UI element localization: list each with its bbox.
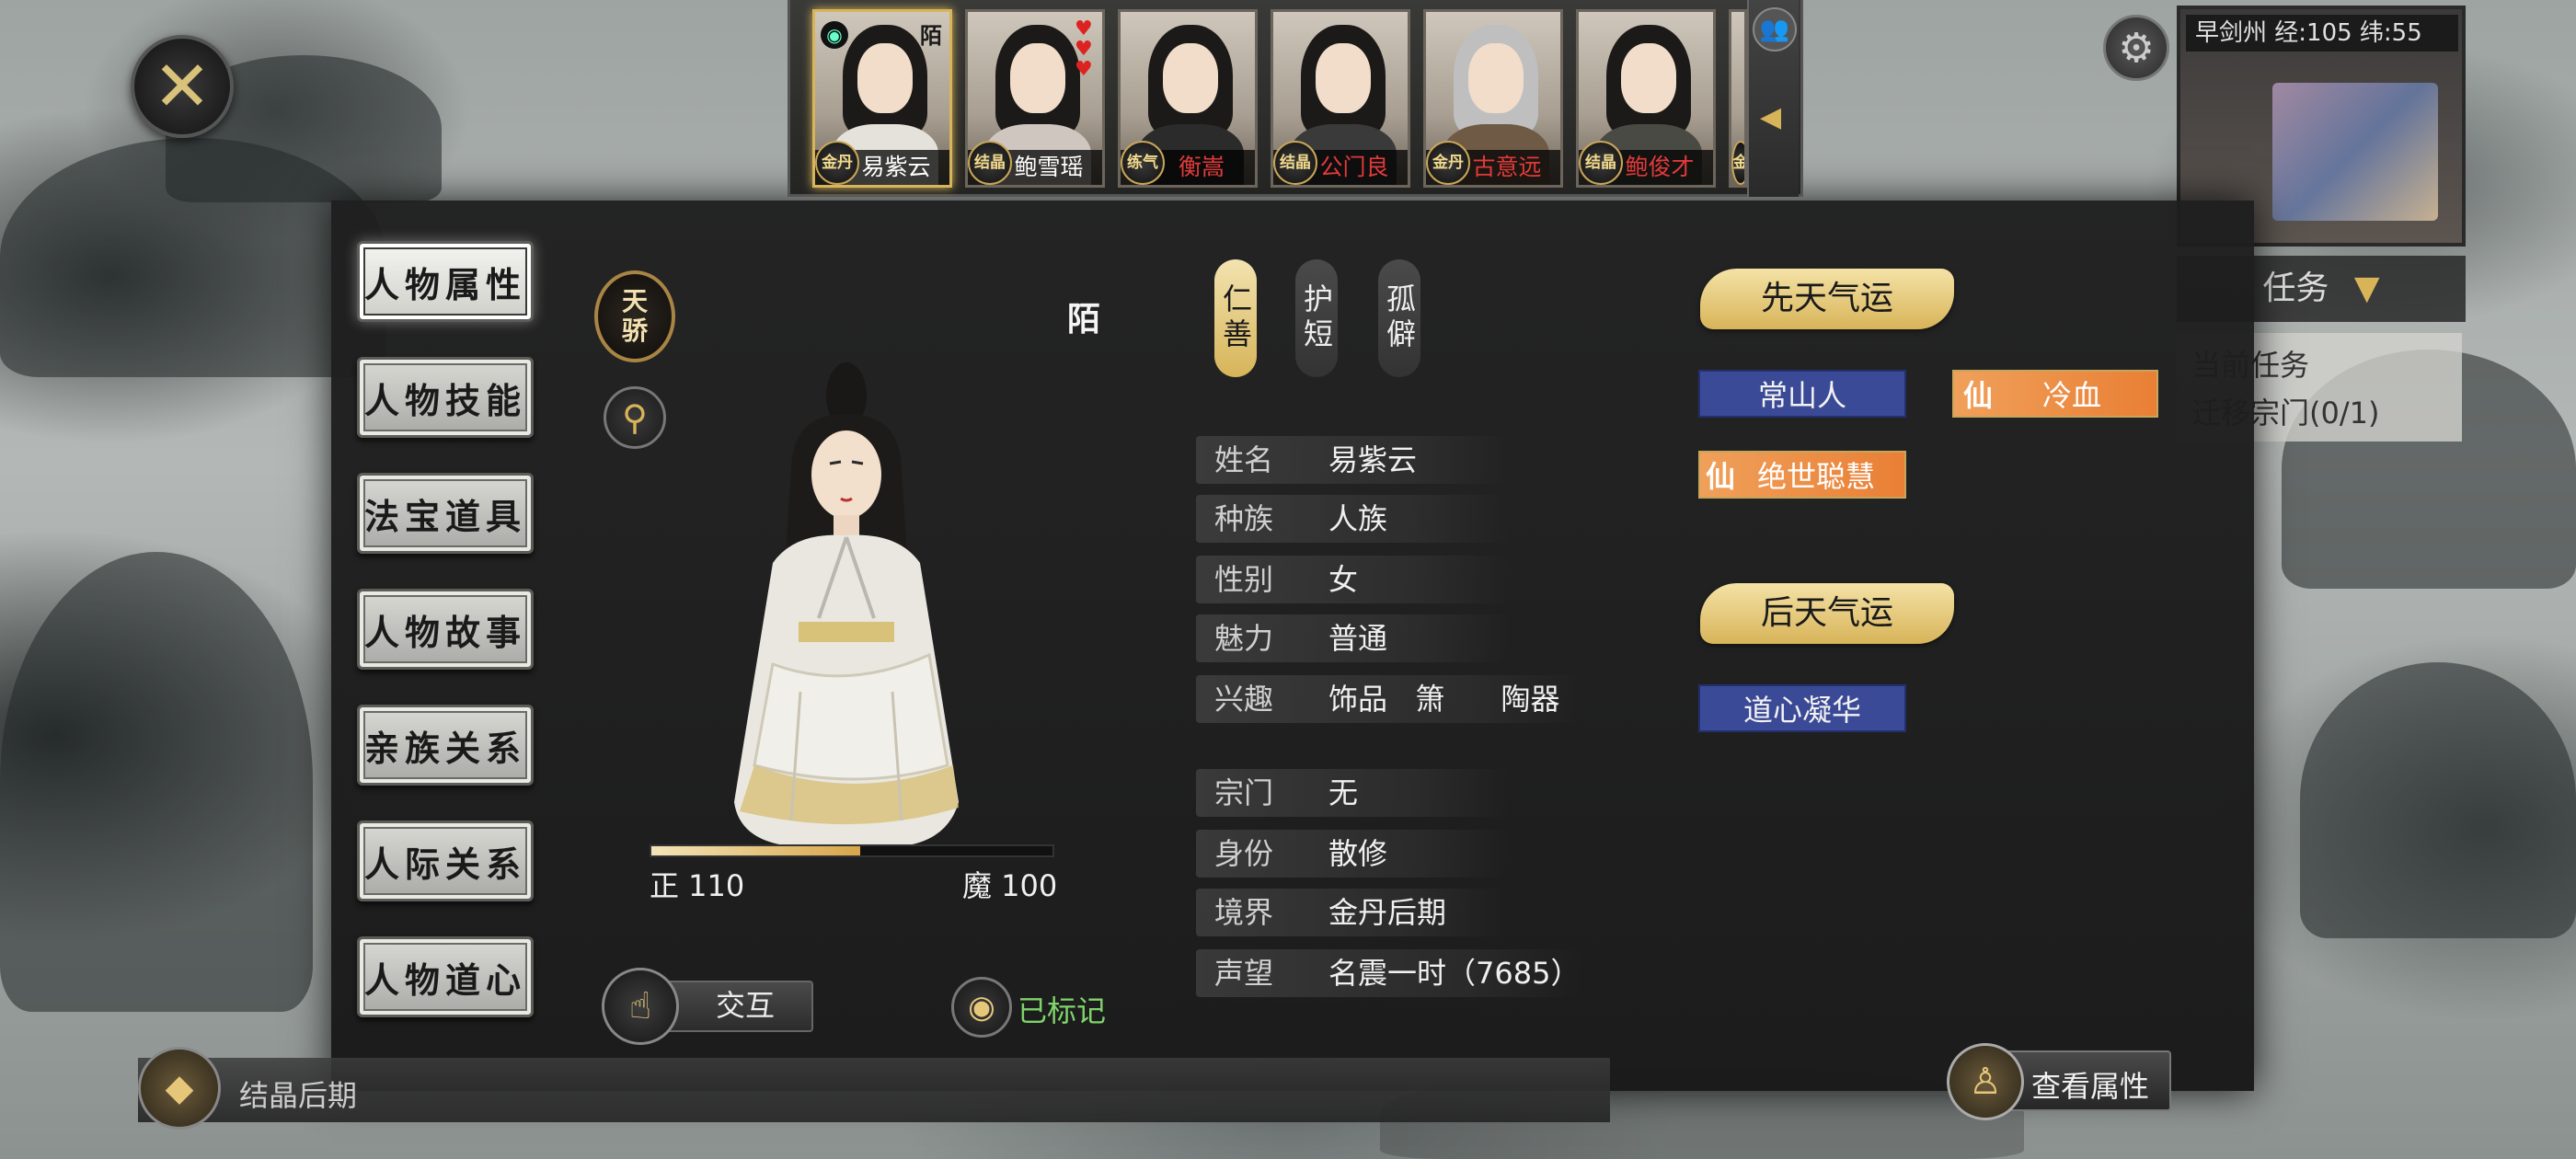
- rank-badge: 金丹: [1426, 141, 1470, 185]
- roster-portrait[interactable]: 公门良 结晶: [1271, 9, 1410, 188]
- search-button[interactable]: ⚲: [604, 386, 666, 449]
- close-icon: ✕: [153, 45, 212, 127]
- relation-mark: 陌: [920, 23, 942, 49]
- fortune-tag[interactable]: 仙 冷血: [1952, 370, 2158, 418]
- crystal-icon: ◆: [138, 1047, 221, 1130]
- roster-portrait[interactable]: 古意远 金丹: [1423, 9, 1563, 188]
- people-icon[interactable]: 👥: [1753, 7, 1797, 52]
- menu-character-skills[interactable]: 人物技能: [357, 357, 534, 438]
- gear-icon[interactable]: ⚙: [2103, 15, 2169, 81]
- interact-button[interactable]: ☝ 交互: [602, 968, 815, 1045]
- info-row-charm: 魅力 普通: [1196, 614, 1509, 662]
- close-button[interactable]: ✕: [131, 35, 234, 138]
- info-row-realm: 境界 金丹后期: [1196, 889, 1509, 936]
- view-attributes-button[interactable]: ♙ 查看属性: [1947, 1039, 2173, 1124]
- eye-icon: ◉: [821, 21, 848, 49]
- moral-bar-fill: [651, 846, 860, 855]
- character-roster: 陌 ◉ 易紫云 金丹 ♥ ♥ ♥ 鲍雪瑶 结晶 衡嵩 练气 公门良 结晶 古意远 金…: [788, 0, 1803, 197]
- menu-dao-heart[interactable]: 人物道心: [357, 936, 534, 1017]
- roster-portrait[interactable]: 衡嵩 练气: [1118, 9, 1258, 188]
- mo-value: 魔 100: [962, 868, 1058, 903]
- menu-family-relations[interactable]: 亲族关系: [357, 705, 534, 786]
- fortune-tag[interactable]: 仙 绝世聪慧: [1698, 451, 1906, 499]
- fortune-tag[interactable]: 道心凝华: [1698, 684, 1906, 732]
- search-icon: ⚲: [622, 397, 648, 438]
- info-row-name: 姓名 易紫云: [1196, 436, 1509, 484]
- chevron-down-icon: ▼: [2353, 270, 2380, 307]
- eye-icon: ◉: [951, 977, 1012, 1038]
- tianjiao-badge: 天骄: [594, 270, 675, 362]
- bottom-status-bar: ◆ 结晶后期: [138, 1047, 1610, 1130]
- info-row-reputation: 声望 名震一时（7685）: [1196, 949, 1582, 997]
- menu-character-story[interactable]: 人物故事: [357, 589, 534, 670]
- innate-fortune-title: 先天气运: [1700, 269, 1954, 329]
- rank-badge: 结晶: [968, 141, 1012, 185]
- menu-character-attributes[interactable]: 人物属性: [357, 241, 534, 322]
- trait-benevolent[interactable]: 仁善: [1214, 259, 1257, 377]
- location-text: 早剑州 经:105 纬:55: [2186, 15, 2458, 52]
- roster-portrait[interactable]: ♥ ♥ ♥ 鲍雪瑶 结晶: [965, 9, 1105, 188]
- info-row-race: 种族 人族: [1196, 495, 1509, 543]
- roster-portrait[interactable]: 金: [1729, 9, 1747, 188]
- trait-solitary[interactable]: 孤僻: [1378, 259, 1420, 377]
- info-row-interests: 兴趣 饰品 箫 陶器: [1196, 675, 1582, 723]
- info-row-gender: 性别 女: [1196, 556, 1509, 603]
- rank-badge: 结晶: [1273, 141, 1317, 185]
- info-row-sect: 宗门 无: [1196, 769, 1509, 817]
- trait-protective[interactable]: 护短: [1295, 259, 1338, 377]
- rank-badge: 金: [1731, 141, 1744, 185]
- marked-toggle[interactable]: ◉ 已标记: [951, 977, 1117, 1038]
- rank-badge: 金丹: [815, 141, 859, 185]
- info-row-identity: 身份 散修: [1196, 830, 1509, 878]
- arrow-left-icon[interactable]: ◀: [1760, 101, 1781, 133]
- heart-icon: ♥ ♥ ♥: [1075, 17, 1093, 81]
- fortune-tag[interactable]: 常山人: [1698, 370, 1906, 418]
- character-figure: [734, 362, 959, 846]
- menu-social-relations[interactable]: 人际关系: [357, 820, 534, 901]
- acquired-fortune-title: 后天气运: [1700, 583, 1954, 644]
- relation-mark: 陌: [1067, 300, 1101, 339]
- moral-bar: [650, 844, 1054, 857]
- rank-badge: 练气: [1121, 141, 1165, 185]
- roster-portrait[interactable]: 鲍俊才 结晶: [1576, 9, 1716, 188]
- rank-badge: 结晶: [1579, 141, 1623, 185]
- roster-portrait[interactable]: 陌 ◉ 易紫云 金丹: [812, 9, 952, 188]
- figure-icon: ♙: [1947, 1043, 2024, 1120]
- roster-scroll[interactable]: 👥 ◀: [1747, 0, 1799, 197]
- hand-icon: ☝: [602, 968, 679, 1045]
- menu-treasures-items[interactable]: 法宝道具: [357, 473, 534, 554]
- zheng-value: 正 110: [650, 868, 745, 903]
